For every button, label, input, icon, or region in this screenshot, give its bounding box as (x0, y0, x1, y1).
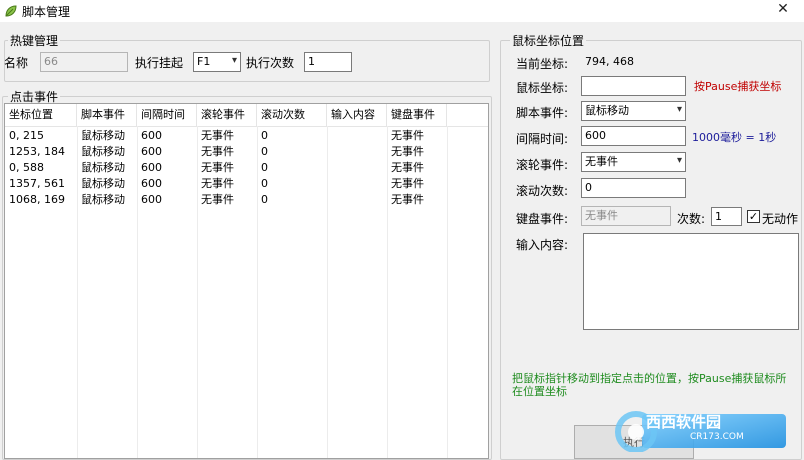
wheel-event-cell: 无事件 (201, 145, 234, 158)
keyboard-event-cell: 无事件 (391, 177, 424, 190)
title-bar (0, 0, 804, 22)
coord-cell: 0, 588 (9, 161, 44, 174)
table-row[interactable]: 1068, 169 鼠标移动 600 无事件 0 无事件 (5, 192, 488, 208)
input-content-cell (327, 192, 387, 208)
coord-cell: 1068, 169 (9, 193, 65, 206)
coord-cell: 1357, 561 (9, 177, 65, 190)
script-event-cell: 鼠标移动 (81, 177, 125, 190)
name-field[interactable]: 66 (40, 52, 128, 72)
hotkey-group-legend: 热键管理 (8, 32, 61, 49)
count-field[interactable]: 1 (304, 52, 352, 72)
script-event-cell: 鼠标移动 (81, 129, 125, 142)
input-content-cell (327, 176, 387, 192)
times-label: 次数: (677, 212, 706, 226)
table-row[interactable]: 0, 215 鼠标移动 600 无事件 0 无事件 (5, 128, 488, 144)
keyboard-event-cell: 无事件 (391, 145, 424, 158)
wheel-event-cell: 无事件 (201, 193, 234, 206)
current-coord-label: 当前坐标: (516, 57, 569, 71)
scroll-count-cell: 0 (261, 145, 268, 158)
keyboard-event-cell: 无事件 (391, 161, 424, 174)
trigger-label: 执行挂起 (135, 56, 184, 70)
interval-label: 间隔时间: (516, 132, 569, 146)
input-content-label: 输入内容: (516, 238, 569, 252)
scroll-count-cell: 0 (261, 177, 268, 190)
column-header[interactable]: 间隔时间 (137, 104, 197, 126)
no-action-checkbox[interactable]: ✓ (747, 210, 760, 223)
interval-cell: 600 (141, 193, 162, 206)
pause-capture-hint: 按Pause捕获坐标 (694, 80, 782, 93)
no-action-label: 无动作 (762, 212, 799, 226)
column-header[interactable]: 坐标位置 (5, 104, 77, 126)
app-leaf-icon (4, 4, 18, 18)
scroll-count-cell: 0 (261, 193, 268, 206)
interval-hint: 1000毫秒 = 1秒 (692, 131, 777, 144)
times-field[interactable]: 1 (711, 207, 742, 226)
script-event-cell: 鼠标移动 (81, 193, 125, 206)
count-label: 执行次数 (246, 56, 295, 70)
table-row[interactable]: 1357, 561 鼠标移动 600 无事件 0 无事件 (5, 176, 488, 192)
events-list-header: 坐标位置 脚本事件 间隔时间 滚轮事件 滚动次数 输入内容 键盘事件 (5, 104, 488, 127)
column-header[interactable]: 键盘事件 (387, 104, 447, 126)
interval-cell: 600 (141, 145, 162, 158)
coord-cell: 1253, 184 (9, 145, 65, 158)
wheel-event-value: 无事件 (585, 155, 618, 168)
watermark-text: 西西软件园 (646, 413, 722, 431)
wheel-event-select[interactable]: 无事件 ▾ (581, 152, 686, 172)
chevron-down-icon: ▾ (231, 55, 237, 66)
mouse-coord-legend: 鼠标坐标位置 (510, 32, 587, 49)
window-title: 脚本管理 (22, 5, 71, 19)
scroll-count-field[interactable]: 0 (581, 178, 686, 198)
wheel-event-cell: 无事件 (201, 161, 234, 174)
wheel-event-cell: 无事件 (201, 177, 234, 190)
interval-cell: 600 (141, 177, 162, 190)
script-event-select[interactable]: 鼠标移动 ▾ (581, 101, 686, 121)
table-row[interactable]: 1253, 184 鼠标移动 600 无事件 0 无事件 (5, 144, 488, 160)
input-content-cell (327, 128, 387, 144)
keyboard-event-label: 键盘事件: (516, 212, 569, 226)
script-event-value: 鼠标移动 (585, 104, 629, 117)
help-text: 把鼠标指针移动到指定点击的位置，按Pause捕获鼠标所在位置坐标 (512, 372, 787, 398)
chevron-down-icon: ▾ (676, 104, 682, 115)
trigger-select-value: F1 (197, 55, 211, 68)
column-header[interactable]: 滚轮事件 (197, 104, 257, 126)
chevron-down-icon: ▾ (676, 155, 682, 166)
wheel-event-label: 滚轮事件: (516, 158, 569, 172)
column-header[interactable]: 脚本事件 (77, 104, 137, 126)
table-row[interactable]: 0, 588 鼠标移动 600 无事件 0 无事件 (5, 160, 488, 176)
events-list[interactable]: 坐标位置 脚本事件 间隔时间 滚轮事件 滚动次数 输入内容 键盘事件 0, 21… (4, 103, 489, 459)
mouse-coord-field[interactable] (581, 76, 686, 96)
keyboard-event-field[interactable]: 无事件 (581, 206, 671, 226)
interval-cell: 600 (141, 161, 162, 174)
keyboard-event-cell: 无事件 (391, 193, 424, 206)
mouse-coord-label: 鼠标坐标: (516, 81, 569, 95)
scroll-count-cell: 0 (261, 129, 268, 142)
interval-cell: 600 (141, 129, 162, 142)
script-event-cell: 鼠标移动 (81, 161, 125, 174)
input-content-cell (327, 160, 387, 176)
watermark-url: CR173.COM (690, 432, 744, 442)
current-coord-value: 794, 468 (585, 55, 634, 68)
trigger-select[interactable]: F1 ▾ (193, 52, 241, 72)
wheel-event-cell: 无事件 (201, 129, 234, 142)
close-button[interactable]: ✕ (768, 0, 798, 18)
keyboard-event-cell: 无事件 (391, 129, 424, 142)
script-event-cell: 鼠标移动 (81, 145, 125, 158)
scroll-count-label: 滚动次数: (516, 184, 569, 198)
scroll-count-cell: 0 (261, 161, 268, 174)
interval-field[interactable]: 600 (581, 126, 686, 146)
input-content-textarea[interactable] (583, 233, 799, 330)
coord-cell: 0, 215 (9, 129, 44, 142)
name-label: 名称 (4, 56, 29, 70)
input-content-cell (327, 144, 387, 160)
script-event-label: 脚本事件: (516, 106, 569, 120)
column-header[interactable]: 滚动次数 (257, 104, 327, 126)
column-header[interactable]: 输入内容 (327, 104, 387, 126)
